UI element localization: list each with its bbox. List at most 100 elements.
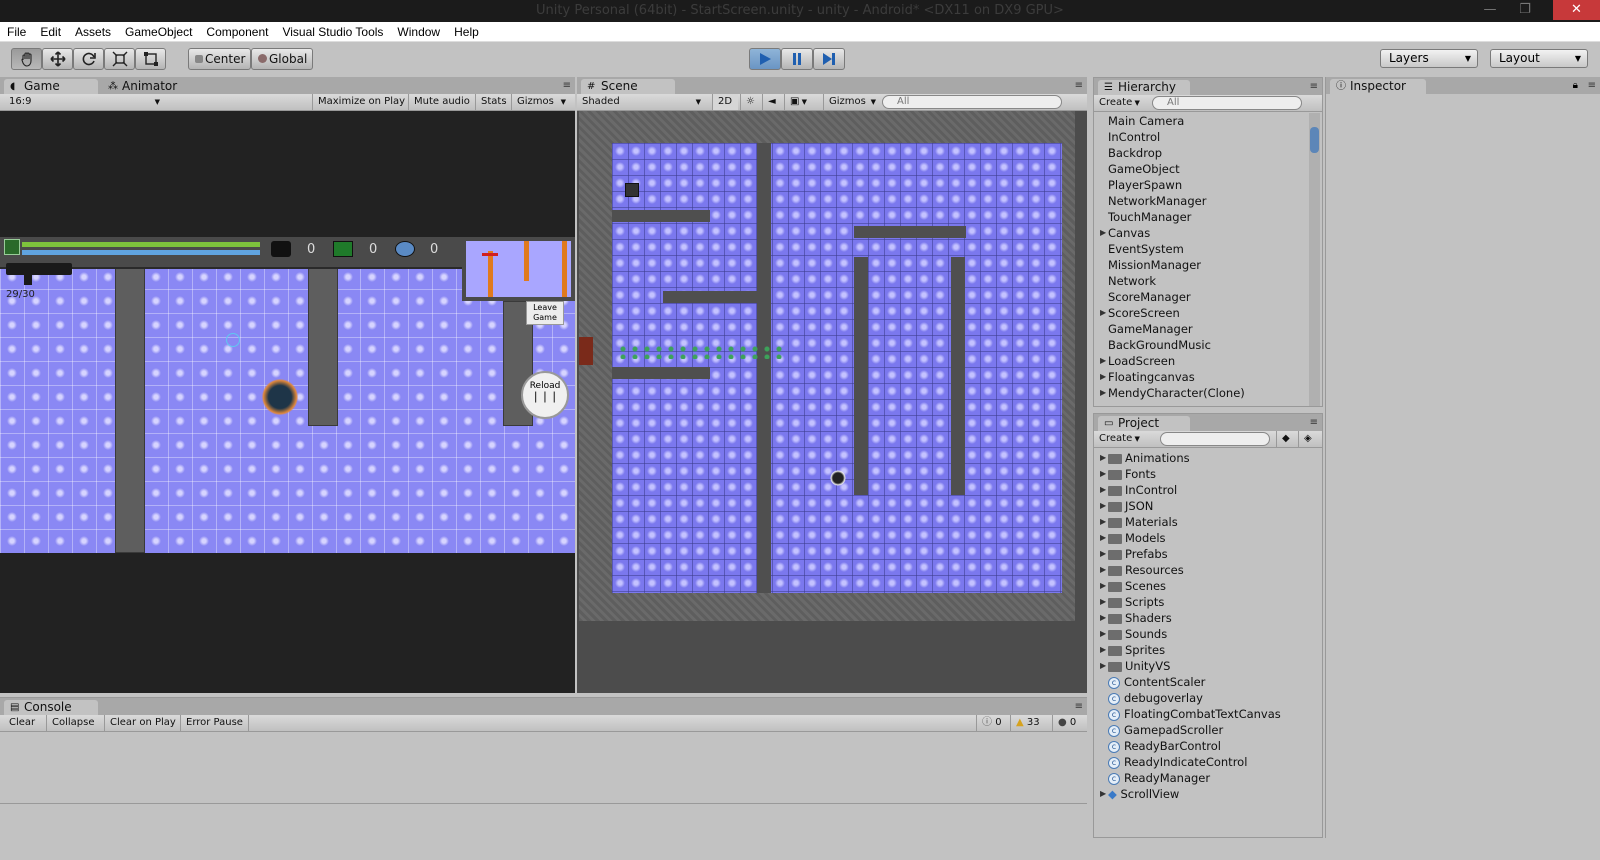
panel-menu-icon[interactable]: ≡ <box>1075 80 1083 91</box>
hand-tool-button[interactable] <box>11 48 42 70</box>
2d-toggle[interactable]: 2D <box>712 94 738 110</box>
expand-arrow-icon[interactable]: ▶ <box>1100 578 1106 594</box>
error-filter-toggle[interactable]: ● 0 <box>1052 715 1086 731</box>
panel-menu-icon[interactable]: ≡ <box>1075 701 1083 712</box>
hierarchy-item[interactable]: ▶ Floatingcanvas <box>1094 369 1308 385</box>
clear-button[interactable]: Clear <box>4 715 40 731</box>
scene-viewport[interactable] <box>577 111 1087 693</box>
hierarchy-item[interactable]: PlayerSpawn <box>1094 177 1308 193</box>
menu-component[interactable]: Component <box>199 22 275 42</box>
error-pause-toggle[interactable]: Error Pause <box>180 715 249 731</box>
project-folder[interactable]: ▶ Sounds <box>1094 626 1320 642</box>
project-folder[interactable]: ▶ Models <box>1094 530 1320 546</box>
panel-menu-icon[interactable]: ≡ <box>1310 417 1318 428</box>
project-folder[interactable]: ▶ InControl <box>1094 482 1320 498</box>
hierarchy-create-dropdown[interactable]: Create ▼ <box>1094 95 1148 111</box>
hierarchy-item[interactable]: TouchManager <box>1094 209 1308 225</box>
maximize-on-play-toggle[interactable]: Maximize on Play <box>312 94 410 110</box>
clear-on-play-toggle[interactable]: Clear on Play <box>104 715 181 731</box>
play-button[interactable] <box>749 48 781 70</box>
expand-arrow-icon[interactable]: ▶ <box>1100 482 1106 498</box>
project-script[interactable]: c FloatingCombatTextCanvas <box>1094 706 1320 722</box>
hierarchy-item[interactable]: MissionManager <box>1094 257 1308 273</box>
maximize-button[interactable]: ❐ <box>1510 0 1540 20</box>
project-folder[interactable]: ▶ Materials <box>1094 514 1320 530</box>
menu-help[interactable]: Help <box>447 22 486 42</box>
hierarchy-item[interactable]: ▶ Canvas <box>1094 225 1308 241</box>
menu-window[interactable]: Window <box>390 22 447 42</box>
project-folder[interactable]: ▶ Sprites <box>1094 642 1320 658</box>
hierarchy-item[interactable]: GameObject <box>1094 161 1308 177</box>
expand-arrow-icon[interactable]: ▶ <box>1100 610 1106 626</box>
expand-arrow-icon[interactable]: ▶ <box>1100 353 1106 369</box>
project-folder[interactable]: ▶ Fonts <box>1094 466 1320 482</box>
hierarchy-item[interactable]: Backdrop <box>1094 145 1308 161</box>
hierarchy-item[interactable]: ▶ LoadScreen <box>1094 353 1308 369</box>
effects-dropdown[interactable]: ▣ ▼ <box>784 94 820 110</box>
pause-button[interactable] <box>781 48 813 70</box>
project-create-dropdown[interactable]: Create ▼ <box>1094 431 1148 447</box>
project-script[interactable]: c ReadyBarControl <box>1094 738 1320 754</box>
hierarchy-scrollbar[interactable] <box>1309 113 1320 406</box>
project-folder[interactable]: ▶ Scripts <box>1094 594 1320 610</box>
rect-tool-button[interactable] <box>135 48 166 70</box>
expand-arrow-icon[interactable]: ▶ <box>1100 466 1106 482</box>
audio-toggle[interactable]: ◄ <box>762 94 784 110</box>
tab-animator[interactable]: ⁂ Animator <box>102 79 196 94</box>
tab-console[interactable]: ▤ Console <box>4 700 98 715</box>
move-tool-button[interactable] <box>42 48 73 70</box>
panel-menu-icon[interactable]: ≡ <box>1588 80 1596 91</box>
collapse-toggle[interactable]: Collapse <box>46 715 100 731</box>
project-script[interactable]: c ReadyManager <box>1094 770 1320 786</box>
menu-visual-studio-tools[interactable]: Visual Studio Tools <box>275 22 390 42</box>
hierarchy-item[interactable]: GameManager <box>1094 321 1308 337</box>
console-detail-area[interactable] <box>0 805 1087 839</box>
expand-arrow-icon[interactable]: ▶ <box>1100 305 1106 321</box>
expand-arrow-icon[interactable]: ▶ <box>1100 642 1106 658</box>
project-search-input[interactable] <box>1160 432 1270 446</box>
menu-assets[interactable]: Assets <box>68 22 118 42</box>
tab-inspector[interactable]: ⓘ Inspector <box>1330 79 1426 94</box>
scale-tool-button[interactable] <box>104 48 135 70</box>
expand-arrow-icon[interactable]: ▶ <box>1100 594 1106 610</box>
hierarchy-search-input[interactable]: All <box>1152 96 1302 110</box>
space-toggle[interactable]: Global <box>251 48 313 70</box>
lock-icon[interactable]: 🔒︎ <box>1573 80 1578 91</box>
shading-mode-dropdown[interactable]: Shaded ▼ <box>577 94 705 110</box>
expand-arrow-icon[interactable]: ▶ <box>1100 369 1106 385</box>
hierarchy-scroll-thumb[interactable] <box>1310 127 1319 153</box>
panel-menu-icon[interactable]: ≡ <box>563 80 571 91</box>
menu-gameobject[interactable]: GameObject <box>118 22 199 42</box>
game-gizmos-toggle[interactable]: Gizmos ▼ <box>511 94 569 110</box>
info-filter-toggle[interactable]: ⓘ 0 <box>976 715 1010 731</box>
hierarchy-item[interactable]: InControl <box>1094 129 1308 145</box>
pivot-toggle[interactable]: Center <box>188 48 251 70</box>
hierarchy-item[interactable]: Network <box>1094 273 1308 289</box>
scene-gizmos-dropdown[interactable]: Gizmos ▼ <box>823 94 879 110</box>
reload-button[interactable]: Reload ❘❘❘ <box>521 371 569 419</box>
filter-by-label-button[interactable]: ◈ <box>1298 431 1320 447</box>
expand-arrow-icon[interactable]: ▶ <box>1100 514 1106 530</box>
project-folder[interactable]: ▶ UnityVS <box>1094 658 1320 674</box>
hierarchy-item[interactable]: ▶ ScoreScreen <box>1094 305 1308 321</box>
expand-arrow-icon[interactable]: ▶ <box>1100 530 1106 546</box>
game-viewport[interactable]: 0 0 0 29/30 Leave Game Reload ❘❘❘ <box>0 111 575 693</box>
tab-game[interactable]: ◖ Game <box>4 79 98 94</box>
aspect-dropdown[interactable]: 16:9 ▼ <box>4 94 164 110</box>
mute-audio-toggle[interactable]: Mute audio <box>408 94 475 110</box>
tab-hierarchy[interactable]: ☰ Hierarchy <box>1098 80 1190 95</box>
stats-toggle[interactable]: Stats <box>475 94 512 110</box>
panel-menu-icon[interactable]: ≡ <box>1310 81 1318 92</box>
project-script[interactable]: c GamepadScroller <box>1094 722 1320 738</box>
menu-file[interactable]: File <box>0 22 33 42</box>
lighting-toggle[interactable]: ☼ <box>740 94 762 110</box>
expand-arrow-icon[interactable]: ▶ <box>1100 546 1106 562</box>
layout-dropdown[interactable]: Layout ▼ <box>1490 49 1588 68</box>
warning-filter-toggle[interactable]: ▲ 33 <box>1010 715 1052 731</box>
menu-edit[interactable]: Edit <box>33 22 68 42</box>
project-folder[interactable]: ▶ Shaders <box>1094 610 1320 626</box>
close-button[interactable]: ✕ <box>1553 0 1600 20</box>
project-folder[interactable]: ▶ Resources <box>1094 562 1320 578</box>
layers-dropdown[interactable]: Layers ▼ <box>1380 49 1478 68</box>
expand-arrow-icon[interactable]: ▶ <box>1100 562 1106 578</box>
